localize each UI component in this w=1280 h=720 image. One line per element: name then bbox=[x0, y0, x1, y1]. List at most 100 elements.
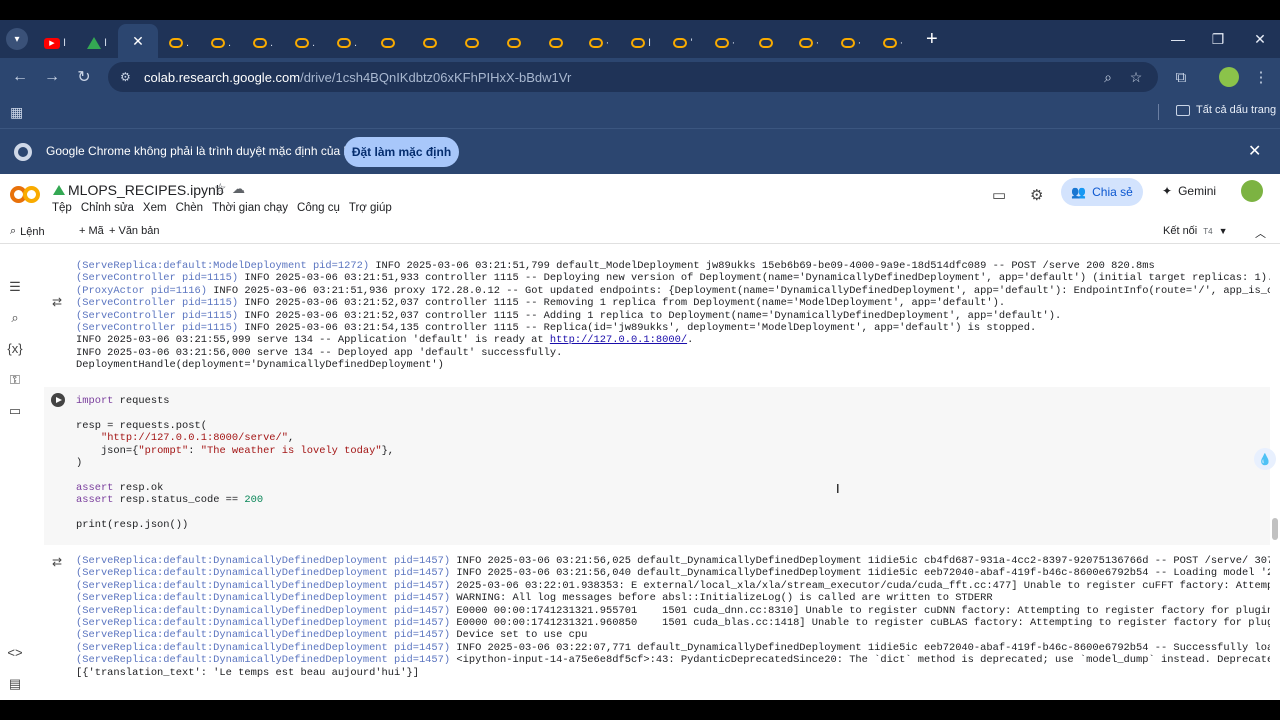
extensions-icon[interactable]: ⧉ bbox=[1166, 62, 1196, 92]
run-cell-button[interactable] bbox=[51, 393, 65, 407]
left-sidebar: ☰ ⌕ {x} ⚿ ▭ <> ▤ bbox=[0, 245, 30, 700]
minimize-icon[interactable]: — bbox=[1158, 20, 1198, 58]
browser-tab[interactable]: · bbox=[704, 28, 746, 58]
browser-tab[interactable]: I bbox=[76, 28, 118, 58]
tab-search-icon[interactable]: ▾ bbox=[6, 28, 28, 50]
browser-tab[interactable] bbox=[452, 28, 494, 58]
vertical-scrollbar-thumb[interactable] bbox=[1272, 518, 1278, 540]
browser-tab[interactable] bbox=[494, 28, 536, 58]
chrome-menu-icon[interactable]: ⋮ bbox=[1246, 62, 1276, 92]
new-tab-icon[interactable]: + bbox=[926, 28, 938, 51]
secrets-key-icon[interactable]: ⚿ bbox=[7, 372, 23, 388]
star-icon[interactable]: ☆ bbox=[214, 180, 227, 197]
all-bookmarks[interactable]: Tất cả dấu trang bbox=[1176, 104, 1276, 116]
share-button[interactable]: 👥 Chia sẻ bbox=[1061, 178, 1143, 206]
cell-output-bottom: (ServeReplica:default:DynamicallyDefined… bbox=[76, 555, 1270, 679]
browser-tab[interactable]: · bbox=[578, 28, 620, 58]
colab-icon bbox=[252, 38, 267, 48]
notebook-title[interactable]: MLOPS_RECIPES.ipynb bbox=[68, 182, 224, 198]
chevron-down-icon[interactable]: ▼ bbox=[1219, 226, 1228, 236]
browser-tab[interactable] bbox=[368, 28, 410, 58]
browser-tab[interactable] bbox=[536, 28, 578, 58]
browser-tab[interactable]: . bbox=[284, 28, 326, 58]
browser-tab[interactable] bbox=[410, 28, 452, 58]
browser-tab[interactable] bbox=[746, 28, 788, 58]
chevron-up-icon[interactable]: ︿ bbox=[1255, 225, 1266, 241]
drive-icon[interactable] bbox=[53, 185, 65, 195]
menu-item[interactable]: Chèn bbox=[176, 202, 204, 214]
colab-icon bbox=[548, 38, 563, 48]
bookmark-star-icon[interactable]: ☆ bbox=[1122, 62, 1150, 92]
forward-icon[interactable]: → bbox=[36, 61, 68, 93]
log-text: <ipython-input-14-a75e6e8df5cf>:43: Pyda… bbox=[456, 654, 1270, 667]
browser-tab[interactable]: . bbox=[158, 28, 200, 58]
menu-item[interactable]: Xem bbox=[143, 202, 167, 214]
code-token: import bbox=[76, 395, 114, 407]
menu-item[interactable]: Công cụ bbox=[297, 202, 340, 214]
user-avatar[interactable] bbox=[1241, 180, 1263, 202]
browser-tab[interactable]: . bbox=[200, 28, 242, 58]
colab-icon bbox=[210, 38, 225, 48]
set-default-button[interactable]: Đặt làm mặc định bbox=[344, 137, 459, 167]
connect-button[interactable]: Kết nối T4 ▼ bbox=[1163, 225, 1228, 237]
close-window-icon[interactable]: ✕ bbox=[1240, 20, 1280, 58]
variables-icon[interactable]: {x} bbox=[7, 341, 23, 357]
apps-grid-icon[interactable]: ▦ bbox=[10, 104, 26, 120]
menu-item[interactable]: Trợ giúp bbox=[349, 202, 392, 214]
reload-icon[interactable]: ↻ bbox=[68, 61, 100, 93]
close-tab-icon[interactable]: ✕ bbox=[132, 33, 144, 50]
browser-tab[interactable]: · bbox=[830, 28, 872, 58]
code-token: json={ bbox=[76, 444, 139, 457]
profile-avatar[interactable] bbox=[1219, 67, 1239, 87]
comment-icon[interactable]: ▭ bbox=[992, 186, 1006, 204]
tab-title: I bbox=[62, 37, 67, 49]
log-line: (ServeController pid=1115) INFO 2025-03-… bbox=[76, 322, 1270, 334]
output-menu-icon[interactable]: ⇄ bbox=[52, 555, 62, 569]
code-cell[interactable]: import requests resp = requests.post( "h… bbox=[44, 387, 1270, 545]
code-snippets-icon[interactable]: <> bbox=[7, 645, 23, 661]
browser-tab[interactable]: ' bbox=[662, 28, 704, 58]
site-info-icon[interactable]: ⚙ bbox=[120, 70, 140, 84]
gemini-drop-icon[interactable]: 💧 bbox=[1254, 448, 1276, 470]
menu-item[interactable]: Thời gian chạy bbox=[212, 202, 288, 214]
zoom-icon[interactable]: ⌕ bbox=[1094, 62, 1122, 92]
log-line: (ProxyActor pid=1116) INFO 2025-03-06 03… bbox=[76, 285, 1270, 297]
menu-item[interactable]: Chỉnh sửa bbox=[81, 202, 134, 214]
url-text: colab.research.google.com/drive/1csh4BQn… bbox=[144, 69, 572, 85]
log-text: INFO 2025-03-06 03:21:51,933 controller … bbox=[238, 272, 1270, 285]
add-text-button[interactable]: + Văn bản bbox=[109, 225, 159, 237]
log-source-tag: (ServeReplica:default:DynamicallyDefined… bbox=[76, 604, 451, 617]
find-replace-icon[interactable]: ⌕ bbox=[7, 310, 23, 326]
menu-item[interactable]: Tệp bbox=[52, 202, 72, 214]
maximize-icon[interactable]: ❐ bbox=[1198, 20, 1238, 58]
tab-title: · bbox=[731, 37, 736, 49]
log-text: INFO 2025-03-06 03:21:51,799 default_Mod… bbox=[369, 260, 1155, 272]
table-of-contents-icon[interactable]: ☰ bbox=[7, 279, 23, 295]
add-code-button[interactable]: + Mã bbox=[79, 225, 104, 237]
browser-tab[interactable]: · bbox=[872, 28, 914, 58]
files-folder-icon[interactable]: ▭ bbox=[7, 403, 23, 419]
gemini-button[interactable]: ✦ Gemini bbox=[1162, 184, 1216, 198]
terminal-icon[interactable]: ▤ bbox=[7, 676, 23, 692]
serve-url-link[interactable]: http://127.0.0.1:8000/ bbox=[550, 334, 687, 346]
browser-tab[interactable]: . bbox=[242, 28, 284, 58]
code-editor[interactable]: import requests resp = requests.post( "h… bbox=[76, 395, 394, 531]
log-text: INFO 2025-03-06 03:21:56,040 default_Dyn… bbox=[450, 567, 1270, 580]
browser-tab[interactable]: I bbox=[620, 28, 662, 58]
command-palette-button[interactable]: ⌕ Lệnh bbox=[10, 225, 45, 238]
browser-tab[interactable]: · bbox=[788, 28, 830, 58]
tab-list: ▶ I I ✕..... · I ' · · · · bbox=[34, 20, 914, 58]
browser-tab[interactable]: ✕ bbox=[118, 24, 158, 58]
cloud-saved-icon[interactable]: ☁ bbox=[232, 181, 245, 197]
browser-tab[interactable]: ▶ I bbox=[34, 28, 76, 58]
infobar-close-icon[interactable]: ✕ bbox=[1248, 141, 1261, 161]
address-bar[interactable]: ⚙ colab.research.google.com/drive/1csh4B… bbox=[108, 62, 1158, 92]
browser-tab[interactable]: . bbox=[326, 28, 368, 58]
folder-icon bbox=[1176, 104, 1190, 116]
back-icon[interactable]: ← bbox=[4, 61, 36, 93]
notebook-toolbar: ⌕ Lệnh + Mã + Văn bản Kết nối T4 ▼ ︿ bbox=[0, 220, 1280, 244]
log-source-tag: (ServeReplica:default:DynamicallyDefined… bbox=[76, 629, 451, 642]
colab-logo-icon[interactable] bbox=[10, 184, 40, 204]
settings-gear-icon[interactable]: ⚙ bbox=[1030, 186, 1043, 204]
output-menu-icon[interactable]: ⇄ bbox=[52, 295, 62, 309]
